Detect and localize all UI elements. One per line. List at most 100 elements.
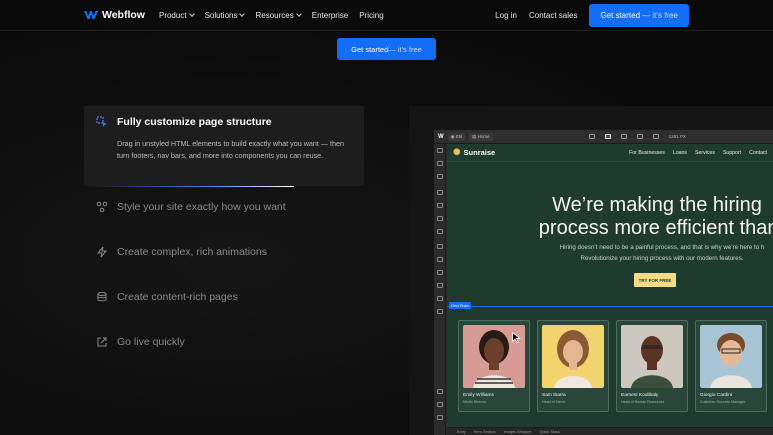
desktop-large-icon[interactable]	[588, 134, 595, 139]
users-icon[interactable]	[437, 270, 443, 275]
mobile-icon[interactable]	[652, 134, 659, 139]
feature-item-content[interactable]: Create content-rich pages	[84, 274, 364, 319]
nav-right: Log in Contact sales Get started — it's …	[495, 3, 689, 27]
site-brand: Sunraise	[463, 148, 496, 157]
team-photo	[621, 325, 683, 388]
team-card[interactable]: Giorgio Cardini Customer Success Manager	[695, 320, 767, 412]
nav-solutions-label: Solutions	[204, 10, 238, 20]
designer-left-toolbar	[434, 144, 446, 435]
page-label: Home	[477, 133, 490, 139]
breadcrumb-item[interactable]: Body	[457, 430, 466, 434]
team-role: Head of Talent	[542, 400, 566, 404]
nav-resources-label: Resources	[255, 10, 294, 20]
feature-label: Create content-rich pages	[117, 290, 238, 303]
database-icon	[97, 291, 107, 301]
nav-get-started-label: Get started	[600, 10, 641, 20]
hero-get-started-label: Get started	[351, 44, 389, 54]
locale-label: EN	[455, 133, 463, 139]
selection-tag[interactable]: Grid Team	[449, 302, 472, 309]
pages-icon[interactable]	[437, 161, 443, 166]
team-card[interactable]: Sam Ibarra Head of Talent	[537, 320, 609, 412]
site-link[interactable]: Contact	[749, 150, 767, 156]
site-link[interactable]: Loans	[673, 150, 687, 156]
site-headline: We’re making the hiring process more eff…	[507, 194, 773, 240]
settings-icon[interactable]	[437, 389, 443, 394]
breadcrumb-item[interactable]: Hero Section	[474, 430, 496, 434]
feature-title: Fully customize page structure	[117, 116, 272, 128]
site-paragraph-line-1: Hiring doesn’t need to be a painful proc…	[559, 244, 765, 251]
team-role: Head of Human Resources	[621, 400, 665, 404]
login-link[interactable]: Log in	[495, 11, 517, 20]
sun-icon: ✺	[453, 147, 461, 157]
desktop-icon[interactable]	[604, 134, 611, 139]
team-role: Media Director	[463, 400, 487, 404]
brand-name: Webflow	[102, 9, 145, 21]
nav-get-started-suffix: — it's free	[640, 10, 678, 20]
team-role: Customer Success Manager	[700, 400, 746, 404]
contact-sales-link[interactable]: Contact sales	[529, 11, 577, 20]
chevron-down-icon	[188, 10, 195, 17]
nav-solutions[interactable]: Solutions	[204, 10, 246, 20]
help-icon[interactable]	[437, 402, 443, 407]
site-link[interactable]: Support	[723, 150, 741, 156]
site-link[interactable]: Services	[695, 150, 715, 156]
site-headline-line-2: process more efficient than e	[538, 217, 773, 239]
team-name: Giorgio Cardini	[700, 393, 732, 398]
feature-progress-fill	[84, 186, 294, 187]
site-link[interactable]: For Businesses	[629, 150, 665, 156]
navigator-icon[interactable]	[437, 174, 443, 179]
variables-icon[interactable]	[437, 203, 443, 208]
webflow-logo[interactable]: Webflow	[84, 9, 145, 21]
feature-item-animations[interactable]: Create complex, rich animations	[84, 229, 364, 274]
mobile-landscape-icon[interactable]	[636, 134, 643, 139]
team-photo	[700, 325, 762, 388]
site-try-free-button[interactable]: TRY FOR FREE	[634, 273, 676, 287]
nav-links: Product Solutions Resources Enterprise P…	[159, 11, 384, 20]
nav-get-started-button[interactable]: Get started — it's free	[589, 3, 689, 27]
assets-icon[interactable]	[437, 229, 443, 234]
chevron-down-icon	[295, 10, 302, 17]
ecommerce-icon[interactable]	[437, 283, 443, 288]
page-selector[interactable]: ▤ Home	[469, 132, 493, 141]
site-paragraph: Hiring doesn’t need to be a painful proc…	[527, 242, 773, 264]
nav-enterprise[interactable]: Enterprise	[312, 11, 348, 20]
mouse-pointer-icon	[512, 332, 521, 343]
feature-item-golive[interactable]: Go live quickly	[84, 319, 364, 364]
styles-icon[interactable]	[437, 216, 443, 221]
nav-pricing[interactable]: Pricing	[359, 11, 383, 20]
team-card[interactable]: Earnest Koulibaly Head of Human Resource…	[616, 320, 688, 412]
add-icon[interactable]	[437, 148, 443, 153]
designer-w-logo: W	[438, 133, 444, 140]
tablet-icon[interactable]	[620, 134, 627, 139]
nav-resources[interactable]: Resources	[255, 10, 302, 20]
audit-icon[interactable]	[437, 309, 443, 314]
components-icon[interactable]	[437, 190, 443, 195]
designer-app: W ◉ EN ▤ Home 1281 PX ✺ Sunraise For Bus…	[434, 130, 773, 435]
breadcrumb-item[interactable]: Images Wrapper	[504, 430, 532, 434]
feature-description: Drag in unstyled HTML elements to build …	[117, 139, 345, 160]
external-link-icon	[97, 337, 107, 346]
webflow-logo-icon	[84, 11, 98, 19]
page: Webflow Product Solutions Resources Ente…	[0, 0, 773, 435]
team-name: Emily Williams	[463, 393, 494, 398]
feature-item-style[interactable]: Style your site exactly how you want	[84, 184, 364, 229]
chevron-down-icon	[239, 10, 246, 17]
site-logo[interactable]: ✺ Sunraise	[453, 147, 495, 158]
team-name: Earnest Koulibaly	[621, 393, 659, 398]
person-portrait-icon	[700, 325, 762, 388]
logic-icon[interactable]	[437, 296, 443, 301]
site-nav: ✺ Sunraise For Businesses Loans Services…	[447, 144, 773, 162]
apps-icon[interactable]	[437, 257, 443, 262]
feature-item-active[interactable]: Fully customize page structure Drag in u…	[84, 106, 364, 187]
nav-product[interactable]: Product	[159, 10, 195, 20]
feature-label: Create complex, rich animations	[117, 245, 267, 258]
breakpoint-icons: 1281 PX	[588, 134, 686, 139]
hero-get-started-button[interactable]: Get started — it's free	[337, 38, 436, 60]
cursor-select-icon	[96, 116, 107, 127]
breadcrumb-item[interactable]: Quick Stack	[540, 430, 560, 434]
site-paragraph-line-2: Revolutionize your hiring process with o…	[580, 255, 744, 262]
site-links: For Businesses Loans Services Support Co…	[629, 150, 767, 156]
locale-selector[interactable]: ◉ EN	[447, 132, 466, 141]
video-icon[interactable]	[437, 415, 443, 420]
cms-icon[interactable]	[437, 244, 443, 249]
